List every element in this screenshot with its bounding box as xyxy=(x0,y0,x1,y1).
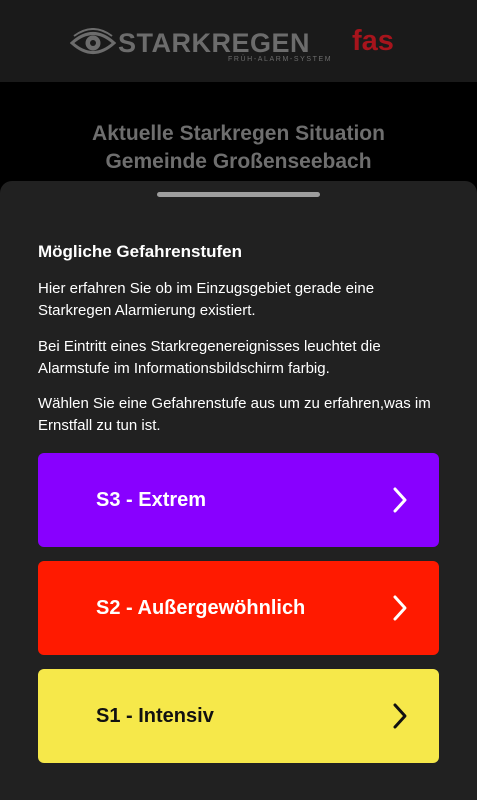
situation-title-line-2: Gemeinde Großenseebach xyxy=(105,150,372,173)
info-paragraph: Hier erfahren Sie ob im Einzugsgebiet ge… xyxy=(38,280,375,319)
chevron-right-icon xyxy=(393,487,407,513)
sheet-heading: Mögliche Gefahrenstufen xyxy=(38,242,243,261)
situation-title: Aktuelle Starkregen Situation Gemeinde G… xyxy=(0,120,477,176)
level-s3-label: S3 - Extrem xyxy=(96,489,207,511)
app-logo: STARKREGEN fas FRÜH-ALARM-SYSTEM xyxy=(70,26,415,66)
level-s1-label: S1 - Intensiv xyxy=(96,705,214,727)
sheet-drag-handle[interactable] xyxy=(157,192,320,197)
bottom-sheet: Mögliche Gefahrenstufen Hier erfahren Si… xyxy=(0,181,477,800)
chevron-right-icon xyxy=(393,703,407,729)
level-s2-button[interactable]: S2 - Außergewöhnlich xyxy=(38,561,439,655)
logo-suffix: fas xyxy=(352,25,394,57)
info-paragraph: Wählen Sie eine Gefahrenstufe aus um zu … xyxy=(38,395,431,434)
level-s1-button[interactable]: S1 - Intensiv xyxy=(38,669,439,763)
eye-icon xyxy=(70,28,116,54)
situation-title-line-1: Aktuelle Starkregen Situation xyxy=(92,122,385,145)
info-paragraph: Bei Eintritt eines Starkregenereignisses… xyxy=(38,338,381,377)
chevron-right-icon xyxy=(393,595,407,621)
logo-subtitle: FRÜH-ALARM-SYSTEM xyxy=(228,56,333,63)
level-s2-label: S2 - Außergewöhnlich xyxy=(96,597,306,619)
level-s3-button[interactable]: S3 - Extrem xyxy=(38,453,439,547)
logo-wordmark: STARKREGEN xyxy=(118,28,311,58)
app-header: STARKREGEN fas FRÜH-ALARM-SYSTEM xyxy=(0,0,477,82)
